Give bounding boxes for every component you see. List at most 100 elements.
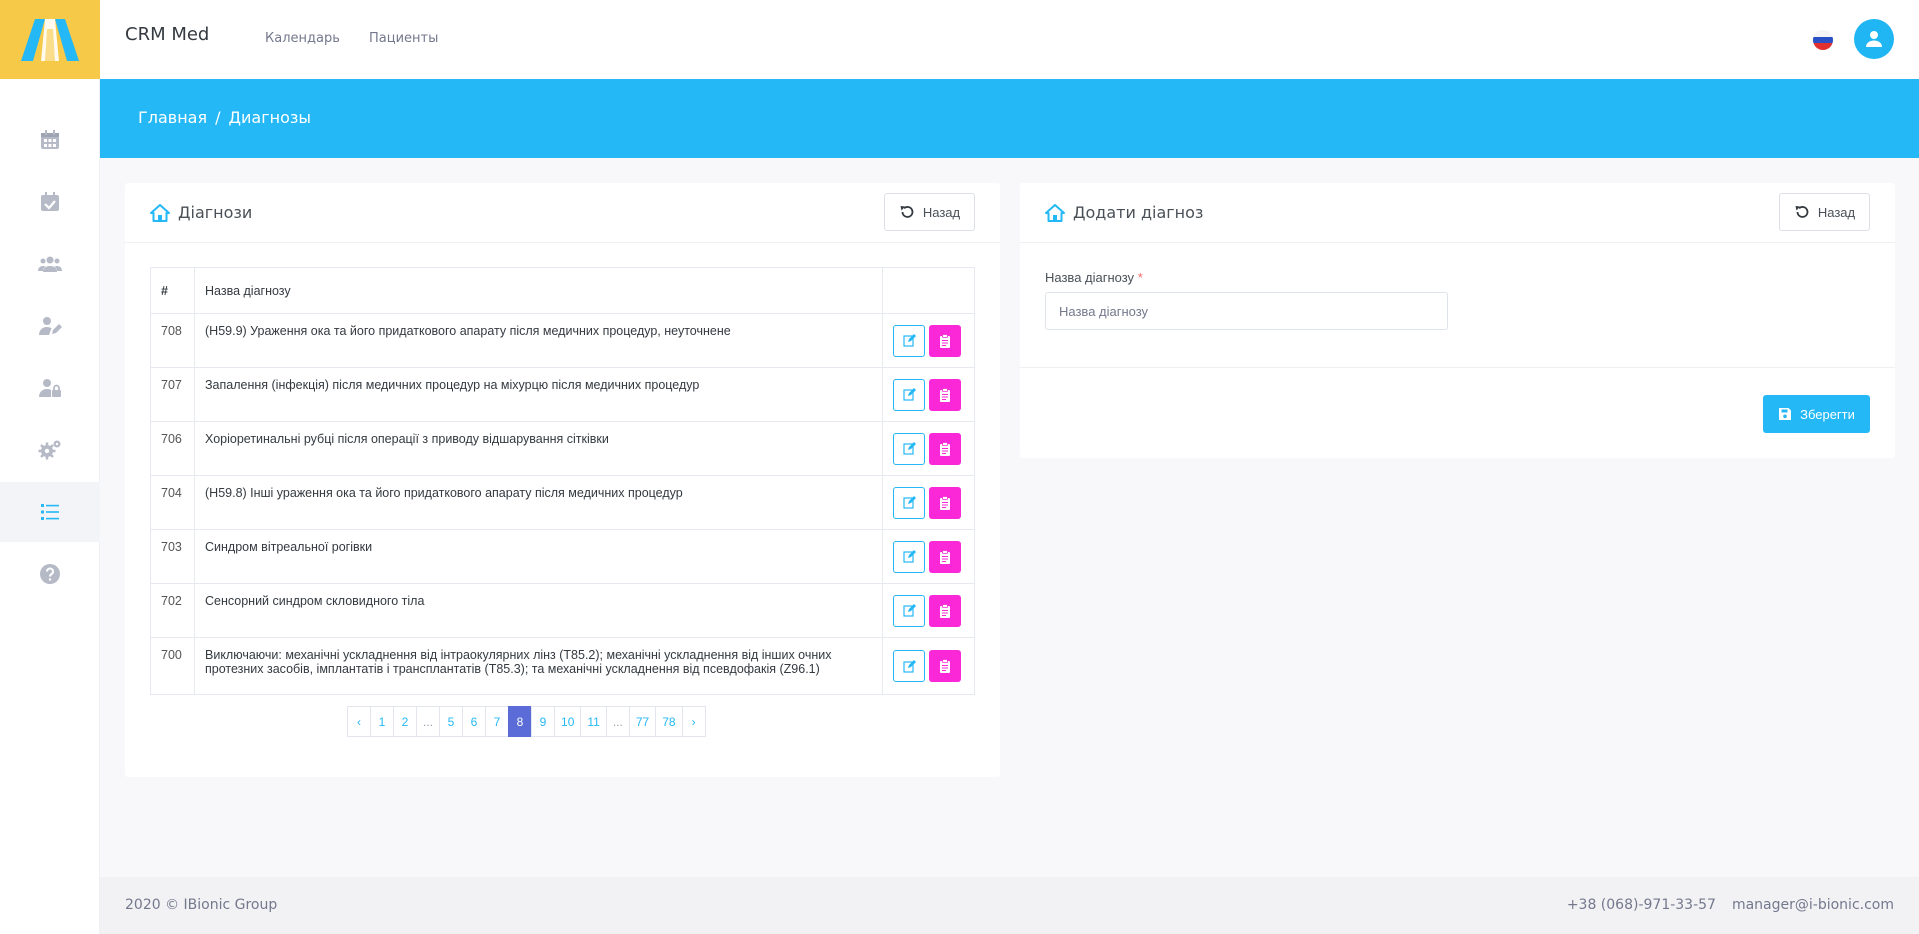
undo-icon [900, 206, 914, 218]
breadcrumb-separator: / [215, 108, 221, 127]
brand-name: CRM Med [125, 24, 210, 45]
list-card-title-text: Діагнози [178, 203, 253, 222]
delete-button[interactable] [929, 378, 961, 411]
edit-button[interactable] [893, 378, 925, 411]
sidebar-item-diagnoses[interactable] [0, 482, 100, 542]
edit-icon [902, 604, 916, 617]
delete-button[interactable] [929, 486, 961, 519]
top-header: CRM Med Календарь Пациенты [100, 0, 1919, 79]
page-link[interactable]: 6 [462, 706, 487, 737]
row-actions [882, 583, 975, 638]
row-actions [882, 475, 975, 530]
logo-icon [21, 18, 79, 61]
form-back-label: Назад [1817, 204, 1856, 220]
list-back-button[interactable]: Назад [884, 193, 975, 231]
delete-button[interactable] [929, 324, 961, 357]
sidebar-item-appointments[interactable] [0, 172, 100, 232]
sidebar-item-calendar[interactable] [0, 110, 100, 170]
table-row: 702 Сенсорний синдром скловидного тіла [150, 583, 975, 638]
user-icon [1866, 31, 1882, 47]
list-card-title: Діагнози [150, 203, 252, 222]
diagnosis-name-input[interactable] [1045, 292, 1448, 330]
column-header-actions [882, 267, 975, 314]
sidebar-item-patients[interactable] [0, 234, 100, 294]
diagnosis-name-label-text: Назва діагнозу [1045, 270, 1135, 285]
page-link[interactable]: 78 [655, 706, 683, 737]
save-icon [1779, 408, 1792, 420]
delete-button[interactable] [929, 432, 961, 465]
page-link[interactable]: 5 [439, 706, 464, 737]
app-logo[interactable] [0, 0, 100, 79]
breadcrumb-home-link[interactable]: Главная [138, 108, 207, 127]
save-button[interactable]: Зберегти [1763, 395, 1870, 433]
row-diagnosis-name: Запалення (інфекція) після медичних проц… [194, 367, 883, 422]
row-id: 707 [150, 367, 195, 422]
page-link[interactable]: 10 [554, 706, 582, 737]
page-link[interactable]: 2 [393, 706, 417, 737]
row-actions [882, 637, 975, 695]
row-id: 702 [150, 583, 195, 638]
page-link[interactable]: 11 [580, 706, 607, 737]
form-back-button[interactable]: Назад [1779, 193, 1870, 231]
language-flag-icon[interactable] [1813, 30, 1833, 50]
page-link[interactable]: 1 [370, 706, 394, 737]
form-divider [1020, 367, 1895, 368]
user-avatar-button[interactable] [1854, 19, 1894, 59]
clipboard-icon [940, 659, 950, 673]
sidebar-item-settings[interactable] [0, 420, 100, 480]
page-link[interactable]: 9 [531, 706, 556, 737]
row-actions [882, 313, 975, 368]
row-diagnosis-name: Хоріоретинальні рубці після операції з п… [194, 421, 883, 476]
row-diagnosis-name: Сенсорний синдром скловидного тіла [194, 583, 883, 638]
table-header-row: # Назва діагнозу [150, 267, 975, 314]
column-header-num: # [150, 267, 195, 314]
nav-link-patients[interactable]: Пациенты [369, 31, 438, 46]
edit-button[interactable] [893, 540, 925, 573]
page-link[interactable]: 7 [485, 706, 510, 737]
clipboard-icon [940, 549, 950, 564]
footer-email[interactable]: manager@i-bionic.com [1732, 897, 1894, 913]
delete-button[interactable] [929, 540, 961, 573]
pagination: ‹ 1 2... 5 6 7 8 9 10 11... 77 78 › [347, 706, 706, 737]
edit-button[interactable] [893, 324, 925, 357]
users-icon [38, 256, 62, 272]
footer-phone[interactable]: +38 (068)-971-33-57 [1567, 897, 1716, 913]
breadcrumb-bar: Главная / Диагнозы [100, 79, 1919, 158]
save-button-label: Зберегти [1800, 406, 1855, 422]
delete-button[interactable] [929, 594, 961, 627]
question-icon [40, 564, 60, 584]
diagnosis-name-label: Назва діагнозу * [1045, 270, 1143, 285]
row-diagnosis-name: Виключаючи: механічні ускладнення від ін… [194, 637, 883, 695]
footer: 2020 © IBionic Group +38 (068)-971-33-57… [100, 877, 1919, 934]
edit-button[interactable] [893, 432, 925, 465]
edit-button[interactable] [893, 486, 925, 519]
sidebar-item-help[interactable] [0, 544, 100, 604]
clipboard-icon [940, 333, 950, 348]
page-link[interactable]: 77 [628, 706, 657, 737]
row-id: 708 [150, 313, 195, 368]
page-next-button[interactable]: › [681, 706, 706, 737]
row-diagnosis-name: (H59.9) Ураження ока та його придатковог… [194, 313, 883, 368]
sidebar-item-roles[interactable] [0, 358, 100, 418]
diagnoses-list-card: Діагнози Назад # Назва діагнозу 708 (H59.… [125, 183, 1000, 777]
edit-button[interactable] [893, 594, 925, 627]
edit-icon [902, 659, 916, 673]
table-row: 706 Хоріоретинальні рубці після операції … [150, 421, 975, 476]
row-diagnosis-name: Синдром вітреальної рогівки [194, 529, 883, 584]
delete-button[interactable] [929, 650, 961, 682]
breadcrumb: Главная / Диагнозы [138, 108, 311, 127]
user-edit-icon [39, 317, 62, 335]
page-link-current[interactable]: 8 [508, 706, 533, 737]
edit-icon [902, 496, 916, 509]
row-id: 703 [150, 529, 195, 584]
edit-button[interactable] [893, 650, 925, 682]
form-card-title: Додати діагноз [1045, 203, 1203, 222]
clipboard-icon [940, 387, 950, 402]
sidebar-item-doctors[interactable] [0, 296, 100, 356]
clipboard-icon [940, 495, 950, 510]
page-prev-button[interactable]: ‹ [347, 706, 371, 737]
edit-icon [902, 442, 916, 455]
form-card-title-text: Додати діагноз [1073, 203, 1204, 222]
column-header-name: Назва діагнозу [194, 267, 883, 314]
nav-link-calendar[interactable]: Календарь [265, 31, 340, 46]
